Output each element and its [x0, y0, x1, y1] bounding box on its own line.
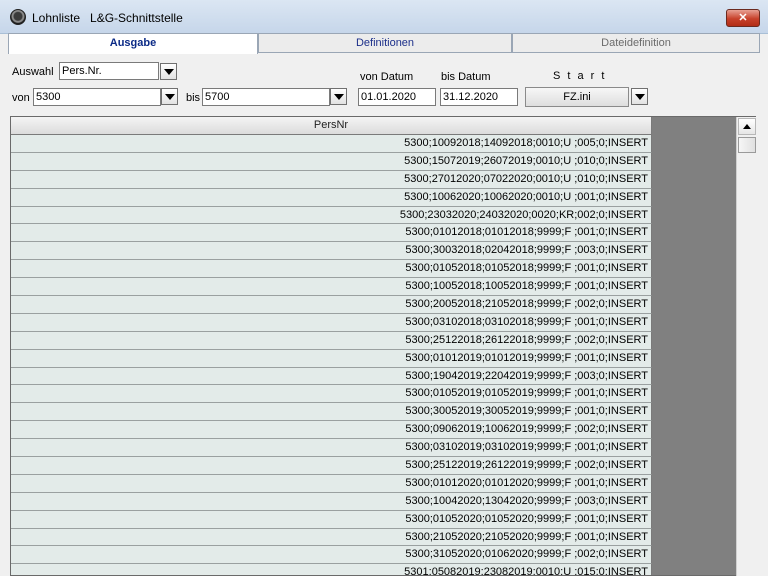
column-header-persnr[interactable]: PersNr — [11, 117, 652, 135]
table-row[interactable]: 5300;01012018;01012018;9999;F ;001;0;INS… — [11, 224, 652, 243]
tab-dateidefinition[interactable]: Dateidefinition — [512, 33, 760, 53]
bis-dropdown-icon[interactable] — [330, 88, 347, 105]
ini-dropdown-icon[interactable] — [631, 88, 648, 105]
scroll-up-icon[interactable] — [738, 118, 756, 135]
table-row[interactable]: 5300;09062019;10062019;9999;F ;002;0;INS… — [11, 421, 652, 440]
table-row[interactable]: 5300;10052018;10052018;9999;F ;001;0;INS… — [11, 278, 652, 297]
start-button[interactable]: FZ.ini — [525, 87, 629, 107]
table-row[interactable]: 5300;01052020;01052020;9999;F ;001;0;INS… — [11, 510, 652, 529]
tab-definitionen[interactable]: Definitionen — [258, 33, 512, 53]
bis-field[interactable]: 5700 — [202, 88, 330, 106]
table-row[interactable]: 5300;21052020;21052020;9999;F ;001;0;INS… — [11, 528, 652, 547]
bis-label: bis — [186, 92, 201, 104]
table-row[interactable]: 5300;19042019;22042019;9999;F ;003;0;INS… — [11, 367, 652, 386]
table-row[interactable]: 5300;25122018;26122018;9999;F ;002;0;INS… — [11, 331, 652, 350]
von-dropdown-icon[interactable] — [161, 88, 178, 105]
table-row[interactable]: 5301;05082019;23082019;0010;U ;015;0;INS… — [11, 564, 652, 575]
start-label: S t a r t — [553, 70, 607, 82]
table-row[interactable]: 5300;01052019;01052019;9999;F ;001;0;INS… — [11, 385, 652, 404]
table-row[interactable]: 5300;25122019;26122019;9999;F ;002;0;INS… — [11, 457, 652, 475]
von-datum-label: von Datum — [360, 71, 414, 83]
table-row[interactable]: 5300;20052018;21052018;9999;F ;002;0;INS… — [11, 296, 652, 314]
von-field[interactable]: 5300 — [33, 88, 161, 106]
grid-rows: 5300;10092018;14092018;0010;U ;005;0;INS… — [11, 135, 652, 575]
table-row[interactable]: 5300;01012019;01012019;9999;F ;001;0;INS… — [11, 349, 652, 368]
window-title: Lohnliste L&G-Schnittstelle — [32, 11, 183, 25]
tab-ausgabe[interactable]: Ausgabe — [8, 33, 258, 54]
auswahl-dropdown-icon[interactable] — [160, 63, 177, 80]
app-icon — [10, 9, 26, 25]
table-row[interactable]: 5300;01052018;01052018;9999;F ;001;0;INS… — [11, 260, 652, 279]
table-row[interactable]: 5300;03102019;03102019;9999;F ;001;0;INS… — [11, 439, 652, 458]
table-row[interactable]: 5300;03102018;03102018;9999;F ;001;0;INS… — [11, 313, 652, 332]
table-row[interactable]: 5300;10042020;13042020;9999;F ;003;0;INS… — [11, 492, 652, 511]
von-datum-field[interactable]: 01.01.2020 — [358, 88, 436, 106]
bis-datum-field[interactable]: 31.12.2020 — [440, 88, 518, 106]
title-bar: Lohnliste L&G-Schnittstelle ✕ — [0, 0, 768, 34]
auswahl-label: Auswahl — [12, 66, 54, 78]
table-row[interactable]: 5300;01012020;01012020;9999;F ;001;0;INS… — [11, 474, 652, 493]
table-row[interactable]: 5300;15072019;26072019;0010;U ;010;0;INS… — [11, 152, 652, 171]
vertical-scrollbar[interactable] — [736, 117, 756, 576]
auswahl-select[interactable]: Pers.Nr. — [59, 62, 159, 80]
von-label: von — [12, 92, 30, 104]
table-row[interactable]: 5300;10092018;14092018;0010;U ;005;0;INS… — [11, 135, 652, 153]
data-grid: PersNr 5300;10092018;14092018;0010;U ;00… — [10, 116, 756, 576]
table-row[interactable]: 5300;30032018;02042018;9999;F ;003;0;INS… — [11, 242, 652, 261]
tab-bar: Ausgabe Definitionen Dateidefinition — [8, 33, 760, 54]
table-row[interactable]: 5300;30052019;30052019;9999;F ;001;0;INS… — [11, 403, 652, 422]
table-row[interactable]: 5300;31052020;01062020;9999;F ;002;0;INS… — [11, 546, 652, 565]
table-row[interactable]: 5300;10062020;10062020;0010;U ;001;0;INS… — [11, 188, 652, 207]
table-row[interactable]: 5300;23032020;24032020;0020;KR;002;0;INS… — [11, 206, 652, 225]
scroll-thumb[interactable] — [738, 137, 756, 153]
bis-datum-label: bis Datum — [441, 71, 491, 83]
close-button[interactable]: ✕ — [726, 9, 760, 27]
table-row[interactable]: 5300;27012020;07022020;0010;U ;010;0;INS… — [11, 170, 652, 189]
